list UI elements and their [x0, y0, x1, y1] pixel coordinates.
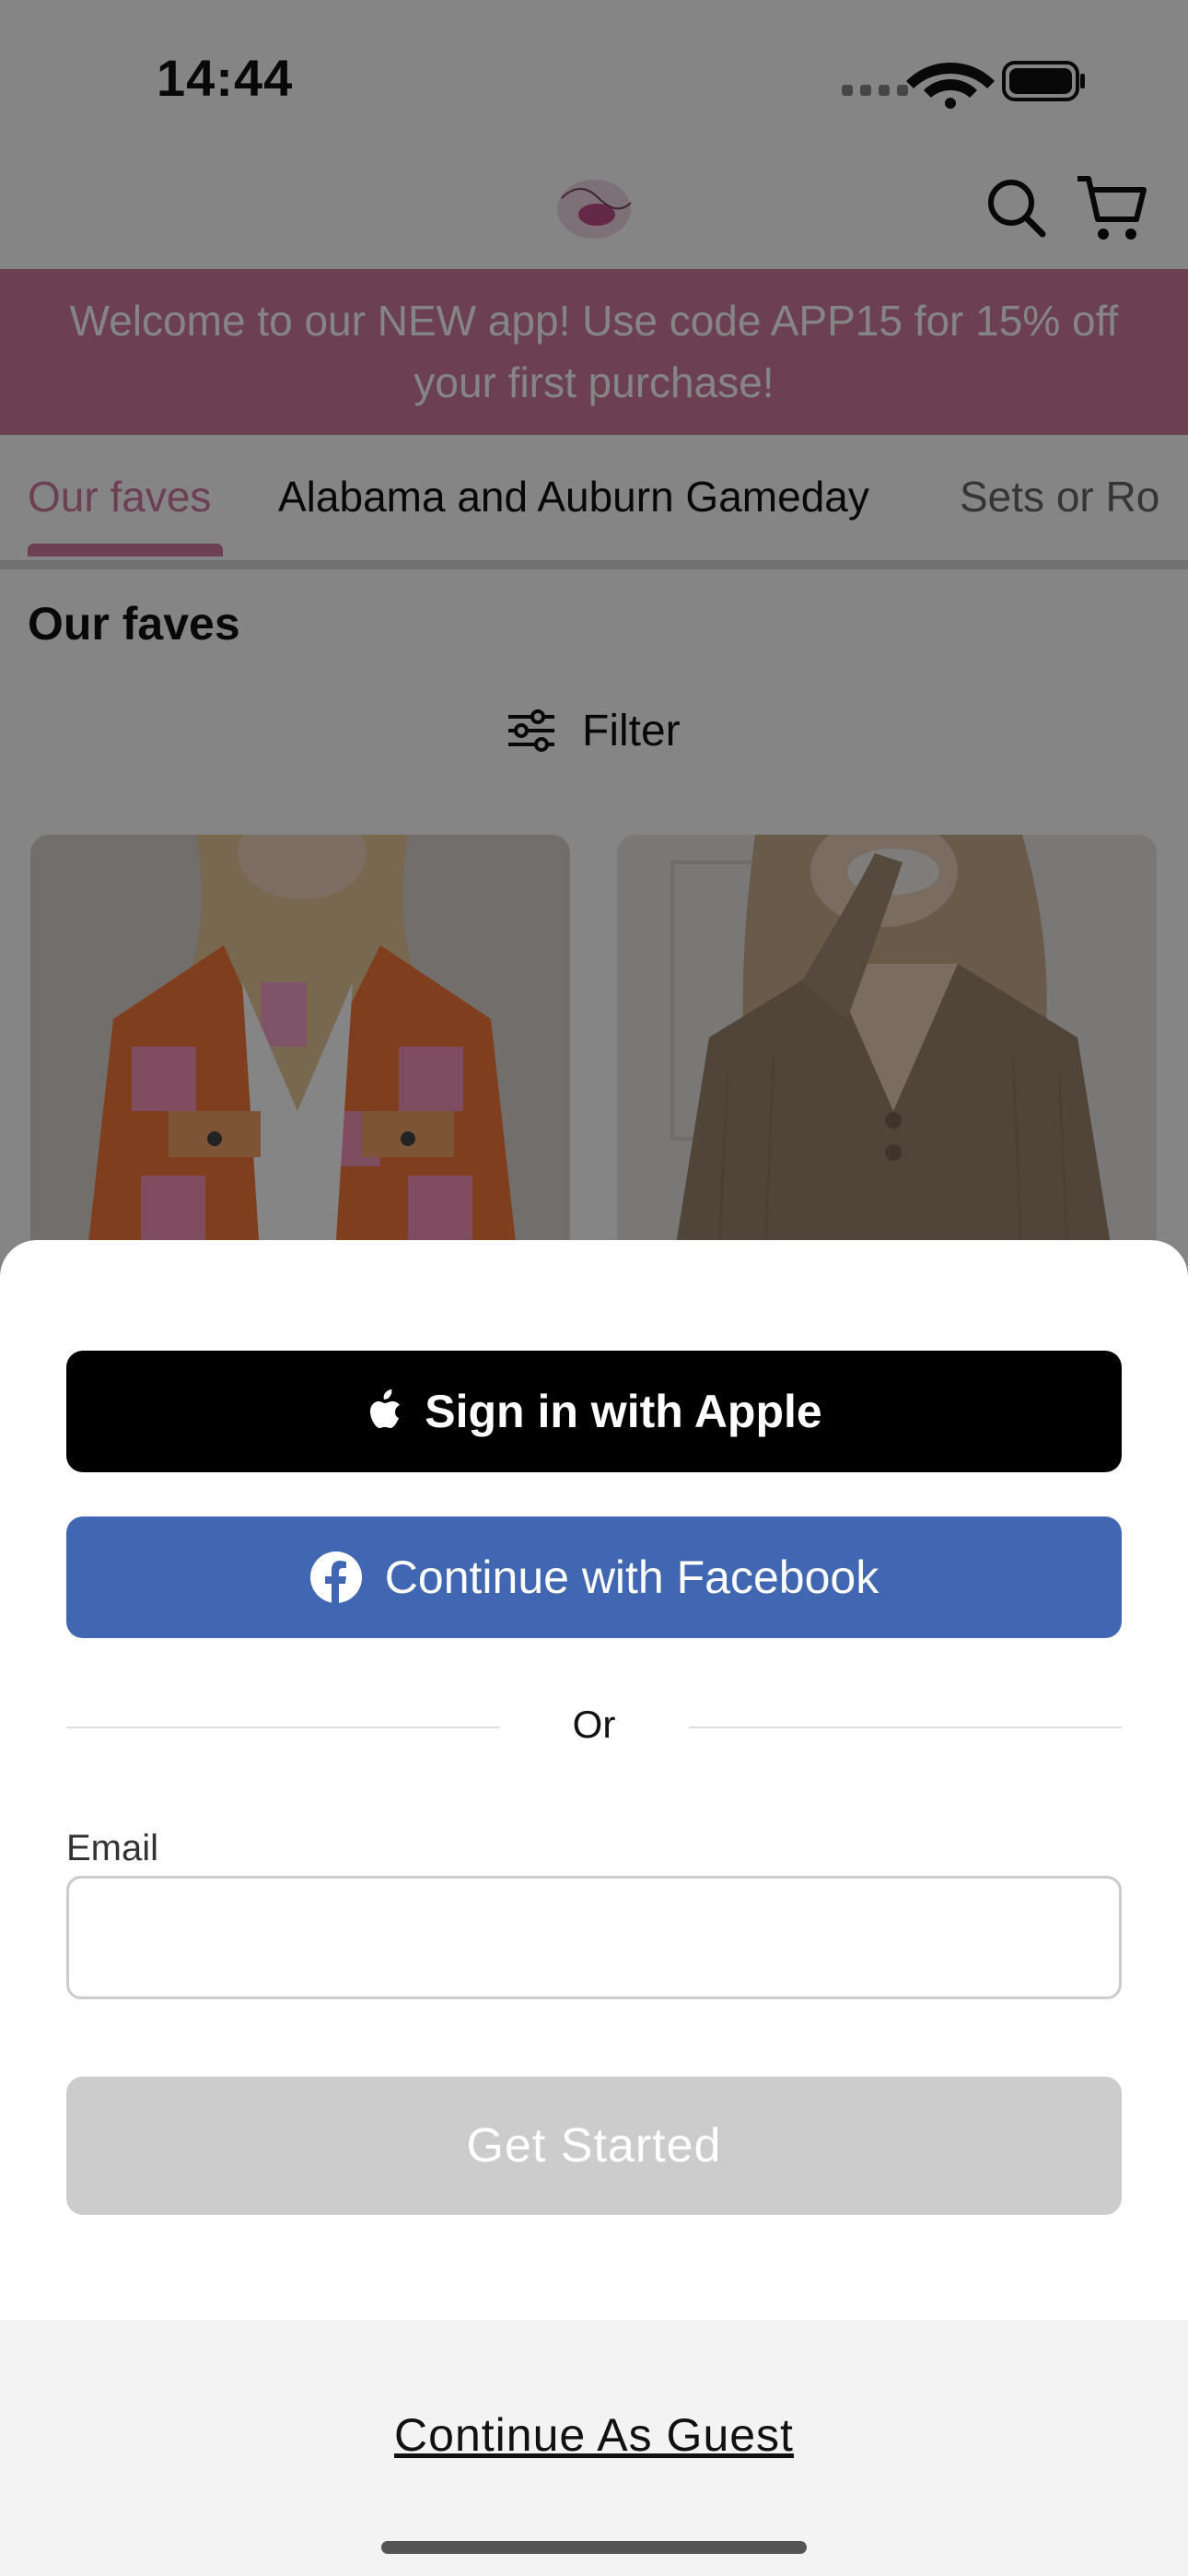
apple-button-label: Sign in with Apple: [425, 1386, 822, 1437]
get-started-button[interactable]: Get Started: [66, 2077, 1122, 2215]
sign-in-sheet: Sign in with Apple Continue with Faceboo…: [0, 1240, 1188, 2576]
continue-with-facebook-button[interactable]: Continue with Facebook: [66, 1516, 1122, 1638]
continue-as-guest-link[interactable]: Continue As Guest: [0, 2408, 1188, 2462]
facebook-icon: [309, 1551, 362, 1604]
facebook-button-label: Continue with Facebook: [384, 1551, 879, 1603]
email-label: Email: [66, 1828, 159, 1868]
get-started-label: Get Started: [466, 2119, 722, 2172]
or-text: Or: [572, 1703, 616, 1746]
sign-in-with-apple-button[interactable]: Sign in with Apple: [66, 1351, 1122, 1472]
or-divider: Or: [66, 1699, 1122, 1754]
home-indicator[interactable]: [381, 2541, 807, 2554]
email-field[interactable]: [66, 1876, 1122, 1999]
guest-footer: Continue As Guest: [0, 2320, 1188, 2576]
apple-icon: [370, 1389, 401, 1428]
